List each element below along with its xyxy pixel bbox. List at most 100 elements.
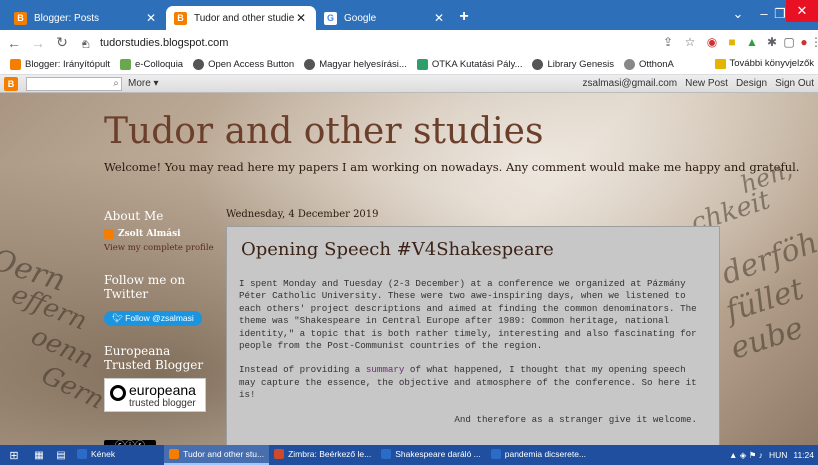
close-icon[interactable]: ✕ bbox=[432, 11, 446, 25]
europeana-badge[interactable]: europeana trusted blogger bbox=[104, 378, 206, 412]
blog-search-input[interactable] bbox=[26, 77, 122, 91]
bookmark-item[interactable]: e-Colloquia bbox=[120, 59, 183, 70]
more-menu[interactable]: More ▾ bbox=[128, 78, 159, 89]
share-icon[interactable]: ⇪ bbox=[660, 35, 676, 51]
bookmarks-bar: Blogger: Irányítópult e-Colloquia Open A… bbox=[0, 55, 818, 75]
blogger-icon[interactable]: B bbox=[4, 77, 18, 91]
blogger-icon: B bbox=[14, 11, 27, 25]
address-bar[interactable]: 🔒︎ tudorstudies.blogspot.com bbox=[82, 32, 642, 53]
bookmark-item[interactable]: Magyar helyesírási... bbox=[304, 59, 407, 70]
app-label: Shakespeare daráló ... bbox=[395, 449, 481, 459]
app-label: pandemia dicserete... bbox=[504, 449, 587, 459]
url-text: tudorstudies.blogspot.com bbox=[100, 36, 229, 49]
other-bookmarks-label: További könyvjelzők bbox=[729, 58, 815, 69]
sidepanel-icon[interactable]: ▢ bbox=[781, 35, 797, 51]
blogger-icon: B bbox=[174, 11, 187, 25]
google-icon: G bbox=[324, 11, 337, 25]
search-icon[interactable]: ⌕ bbox=[110, 77, 122, 91]
forward-icon[interactable]: → bbox=[28, 35, 48, 51]
paragraph-text: Instead of providing a bbox=[239, 364, 366, 376]
bookmark-label: e-Colloquia bbox=[135, 59, 184, 70]
star-icon[interactable]: ☆ bbox=[682, 35, 698, 51]
bookmark-label: OtthonA bbox=[639, 59, 674, 70]
follow-label: Follow @zsalmasi bbox=[125, 313, 194, 323]
tab-search-icon[interactable]: ⌄ bbox=[728, 6, 748, 22]
bookmark-label: OTKA Kutatási Pály... bbox=[431, 59, 523, 70]
app-label: Tudor and other stu... bbox=[183, 449, 265, 459]
blog-description: Welcome! You may read here my papers I a… bbox=[104, 160, 800, 174]
extension-icon[interactable]: ▲ bbox=[744, 35, 760, 51]
app-icon bbox=[169, 449, 180, 459]
app-label: Zimbra: Beérkező le... bbox=[288, 449, 372, 459]
extension-icon[interactable]: ■ bbox=[724, 35, 740, 51]
bookmark-item[interactable]: OTKA Kutatási Pály... bbox=[416, 59, 523, 70]
other-bookmarks[interactable]: További könyvjelzők bbox=[714, 58, 815, 69]
bookmark-label: Magyar helyesírási... bbox=[319, 59, 407, 70]
bookmark-icon bbox=[120, 59, 132, 70]
about-heading: About Me bbox=[104, 209, 164, 223]
twitter-icon: 🐦︎ bbox=[112, 313, 126, 323]
europeana-heading: Europeana Trusted Blogger bbox=[104, 344, 204, 372]
app-icon bbox=[77, 449, 87, 459]
bookmark-item[interactable]: Blogger: Irányítópult bbox=[10, 59, 110, 70]
close-icon[interactable]: ✕ bbox=[294, 11, 308, 25]
tab-google[interactable]: G Google ✕ bbox=[316, 6, 454, 30]
tray-icons[interactable]: ▲ ◈ ⚑ ♪ bbox=[729, 450, 763, 461]
design-link[interactable]: Design bbox=[736, 78, 767, 89]
extension-icon[interactable]: ◉ bbox=[704, 35, 720, 51]
twitter-follow-button[interactable]: 🐦︎ Follow @zsalmasi bbox=[104, 311, 202, 326]
tab-tudor-studies[interactable]: B Tudor and other studies ✕ bbox=[166, 6, 316, 30]
blogger-navbar: B ⌕ More ▾ zsalmasi@gmail.com New Post D… bbox=[0, 75, 818, 93]
profile-name[interactable]: Zsolt Almási bbox=[104, 229, 214, 239]
bookmark-item[interactable]: Open Access Button bbox=[193, 59, 294, 70]
view-profile-link[interactable]: View my complete profile bbox=[104, 243, 214, 253]
tab-blogger-posts[interactable]: B Blogger: Posts ✕ bbox=[6, 6, 166, 30]
windows-taskbar: ⊞ ▦ ▤ Kének Tudor and other stu... Zimbr… bbox=[0, 445, 818, 465]
bookmark-icon bbox=[624, 59, 636, 70]
file-explorer-icon[interactable]: ▤ bbox=[50, 450, 72, 461]
europeana-logo-icon bbox=[110, 385, 126, 401]
tab-title: Tudor and other studies bbox=[194, 12, 294, 24]
app-label: Kének bbox=[91, 449, 116, 459]
taskbar-app[interactable]: Tudor and other stu... bbox=[164, 445, 270, 465]
bookmark-item[interactable]: OtthonA bbox=[624, 59, 674, 70]
follow-heading: Follow me on Twitter bbox=[104, 273, 186, 301]
bookmark-label: Library Genesis bbox=[547, 59, 615, 70]
window-close-button[interactable]: ✕ bbox=[786, 0, 818, 22]
post-body: I spent Monday and Tuesday (2-3 December… bbox=[239, 278, 707, 402]
back-icon[interactable]: ← bbox=[4, 35, 24, 51]
tab-strip: B Blogger: Posts ✕ B Tudor and other stu… bbox=[0, 0, 818, 30]
app-icon bbox=[381, 449, 392, 459]
user-email: zsalmasi@gmail.com bbox=[582, 78, 678, 89]
sign-out-link[interactable]: Sign Out bbox=[775, 78, 814, 89]
reload-icon[interactable]: ↻ bbox=[52, 34, 72, 51]
task-view-icon[interactable]: ▦ bbox=[28, 450, 50, 461]
europeana-sub: trusted blogger bbox=[129, 398, 196, 409]
menu-icon[interactable]: ⋮ bbox=[808, 35, 818, 51]
post-paragraph: Instead of providing a summary of what h… bbox=[239, 364, 707, 401]
new-tab-button[interactable]: + bbox=[454, 8, 474, 26]
globe-icon bbox=[532, 59, 544, 70]
blog-title[interactable]: Tudor and other studies bbox=[104, 111, 543, 152]
close-icon[interactable]: ✕ bbox=[144, 11, 158, 25]
post-title[interactable]: Opening Speech #V4Shakespeare bbox=[241, 239, 707, 260]
clock[interactable]: 11:24 bbox=[793, 450, 814, 460]
summary-link[interactable]: summary bbox=[366, 364, 405, 375]
language-indicator[interactable]: HUN bbox=[769, 450, 787, 460]
tab-title: Google bbox=[344, 12, 377, 24]
blog-page: Oern effern oenn Gern derföh füllet eube… bbox=[0, 93, 818, 445]
extensions-puzzle-icon[interactable]: ✱ bbox=[764, 35, 780, 51]
bookmark-icon bbox=[416, 59, 428, 70]
bookmark-item[interactable]: Library Genesis bbox=[532, 59, 614, 70]
taskbar-app[interactable]: pandemia dicserete... bbox=[486, 445, 591, 465]
globe-icon bbox=[304, 59, 316, 70]
taskbar-app[interactable]: Zimbra: Beérkező le... bbox=[269, 445, 376, 465]
taskbar-app[interactable]: Shakespeare daráló ... bbox=[376, 445, 486, 465]
app-icon bbox=[274, 449, 285, 459]
blogger-icon bbox=[104, 229, 114, 239]
windows-start-icon[interactable]: ⊞ bbox=[0, 449, 28, 462]
profile-name-text: Zsolt Almási bbox=[118, 229, 181, 239]
new-post-link[interactable]: New Post bbox=[685, 78, 728, 89]
bookmark-label: Open Access Button bbox=[208, 59, 295, 70]
taskbar-app[interactable]: Kének bbox=[72, 445, 120, 465]
